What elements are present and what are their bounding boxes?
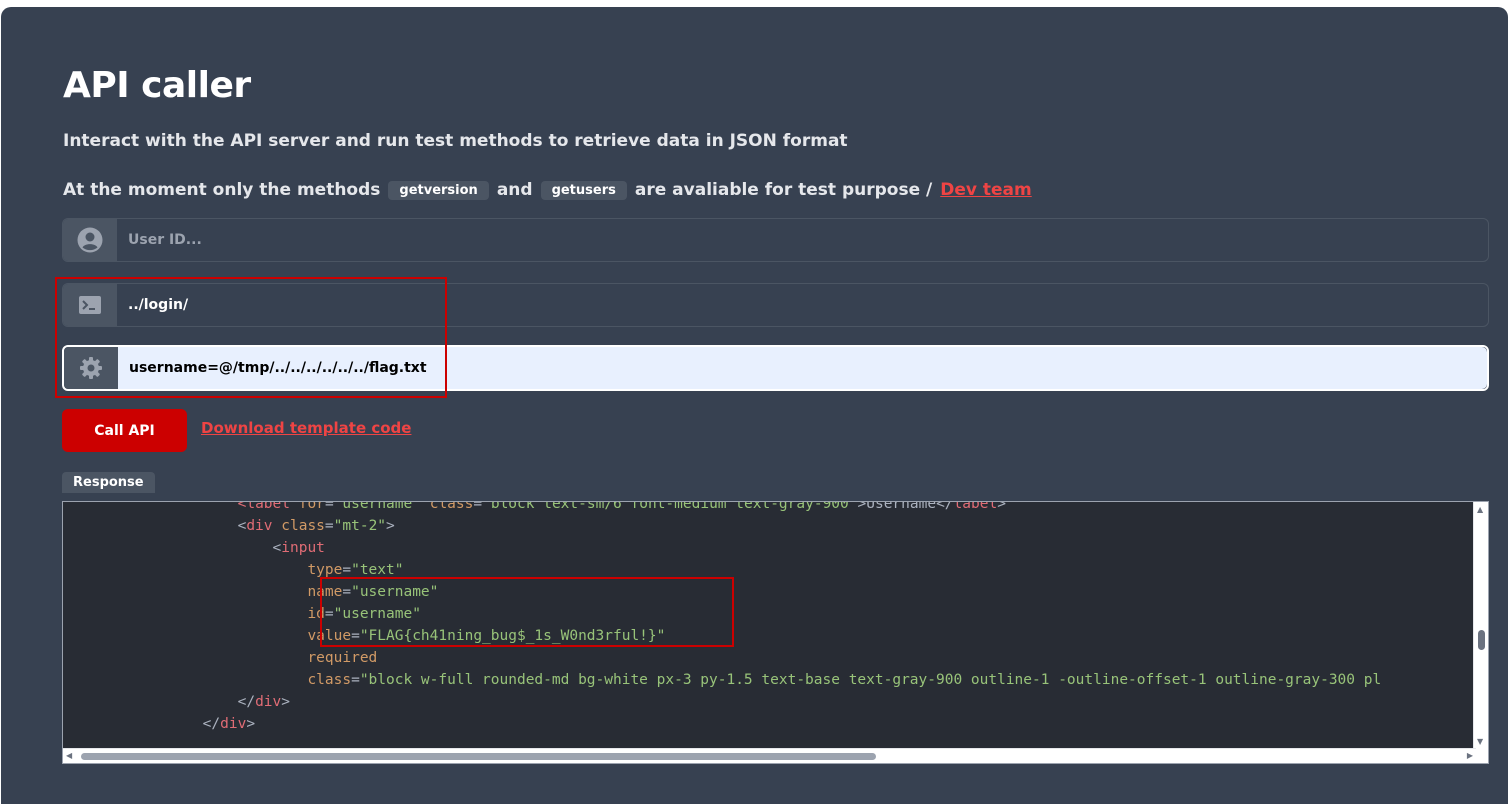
code-token: type [307,562,343,578]
user-id-field [62,218,1489,262]
horizontal-scrollbar[interactable]: ◀ ▶ [63,748,1476,763]
code-token: "block text-sm/6 font-medium text-gray-9… [482,501,858,512]
code-token: </ [63,716,221,732]
method-badge-getversion: getversion [388,180,489,200]
code-token: "username" [333,606,421,622]
code-token: <label [237,501,290,512]
terminal-icon [63,284,117,326]
methods-and: and [496,180,533,200]
code-token: "FLAG{ch41ning_bug$_1s_W0nd3rful!}" [359,628,666,644]
code-line: <input [63,537,1381,559]
code-token: id [307,606,325,622]
code-token: class [307,672,352,688]
code-token: >Username</ [857,501,954,512]
code-token: > [997,501,1006,512]
methods-suffix: are avaliable for test purpose / [634,180,933,200]
params-field [62,345,1489,391]
code-token: required [307,650,378,666]
code-line: type="text" [63,559,1381,581]
code-line: class="block w-full rounded-md bg-white … [63,669,1381,691]
scroll-corner [1474,749,1488,763]
endpoint-input[interactable] [117,284,1488,326]
code-token: < [63,540,282,556]
code-token: class [429,501,474,512]
scroll-down-icon[interactable]: ▼ [1477,738,1483,746]
scroll-left-icon[interactable]: ◀ [66,752,72,760]
endpoint-field [62,283,1489,327]
code-token: for [298,501,325,512]
vertical-scrollbar[interactable]: ▲ ▼ [1473,502,1488,750]
code-line: required [63,647,1381,669]
code-line: <div class="mt-2"> [63,515,1381,537]
scroll-right-icon[interactable]: ▶ [1467,752,1473,760]
horizontal-scroll-thumb[interactable] [81,753,876,760]
code-token: div [220,716,247,732]
code-token: > [281,694,290,710]
code-token: = [351,672,360,688]
code-line: <label for="username" class="block text-… [63,501,1381,515]
response-code: <label for="username" class="block text-… [63,501,1382,735]
code-token: = [342,562,352,578]
code-token: > [246,716,256,732]
response-label: Response [62,472,155,493]
code-token: "username" [333,501,421,512]
code-token: name [307,584,343,600]
code-token: </ [63,694,256,710]
code-token: < [63,518,247,534]
code-token: div [255,694,282,710]
code-line: </div> [63,713,1381,735]
code-token: = [324,501,334,512]
code-token: > [386,518,395,534]
methods-note: At the moment only the methods getversio… [63,180,1032,200]
code-line: value="FLAG{ch41ning_bug$_1s_W0nd3rful!}… [63,625,1381,647]
code-token: value [307,628,352,644]
call-api-button[interactable]: Call API [62,409,187,452]
vertical-scroll-thumb[interactable] [1478,630,1485,650]
code-line: name="username" [63,581,1381,603]
user-id-input[interactable] [117,219,1488,261]
code-token: div [246,518,273,534]
code-token: input [281,540,325,556]
user-circle-icon [63,219,117,261]
code-token: = [324,518,334,534]
code-token: "text" [351,562,404,578]
code-line: </div> [63,691,1381,713]
methods-prefix: At the moment only the methods [63,180,381,200]
code-token: class [281,518,325,534]
code-token: = [351,628,360,644]
code-token: "mt-2" [333,518,387,534]
params-input[interactable] [118,347,1487,389]
code-token: "block w-full rounded-md bg-white px-3 p… [359,672,1382,688]
page-title: API caller [63,65,251,106]
scroll-up-icon[interactable]: ▲ [1477,506,1483,514]
code-token: label [953,501,998,512]
gear-icon [64,347,118,389]
dev-team-link[interactable]: Dev team [940,180,1031,200]
code-token: = [473,501,483,512]
download-template-link[interactable]: Download template code [201,419,411,437]
page-subtitle: Interact with the API server and run tes… [63,131,848,151]
code-token: = [342,584,352,600]
response-code-viewer[interactable]: <label for="username" class="block text-… [62,501,1489,764]
code-token: "username" [351,584,439,600]
code-token: = [324,606,334,622]
method-badge-getusers: getusers [540,180,627,200]
code-line: id="username" [63,603,1381,625]
